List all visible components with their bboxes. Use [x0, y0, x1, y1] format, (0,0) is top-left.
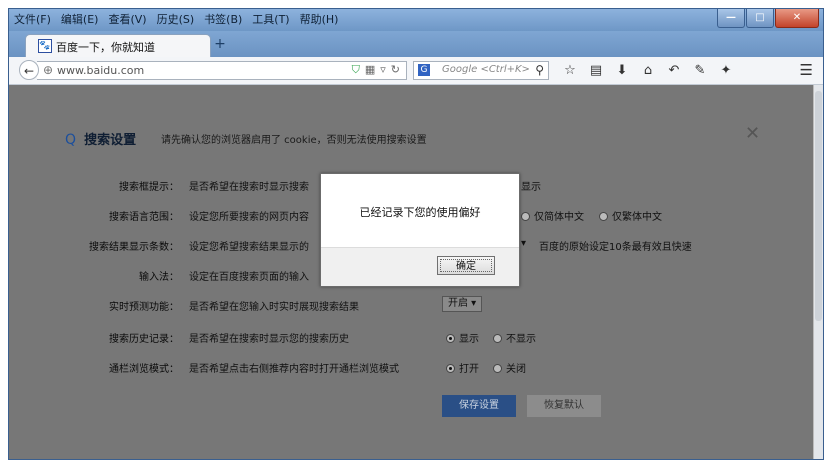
addon-icon[interactable]: ✦ [713, 61, 739, 81]
screenshot-icon[interactable]: ✎ [687, 61, 713, 81]
menu-bar: 文件(F) 编辑(E) 查看(V) 历史(S) 书签(B) 工具(T) 帮助(H… [9, 11, 343, 29]
cookie-note: 请先确认您的浏览器启用了 cookie，否则无法使用搜索设置 [161, 135, 427, 146]
menu-file[interactable]: 文件(F) [9, 11, 56, 29]
menu-edit[interactable]: 编辑(E) [56, 11, 104, 29]
settings-title: Q 搜索设置 [65, 132, 137, 148]
download-icon[interactable]: ⬇ [609, 61, 635, 81]
close-button[interactable]: ✕ [775, 9, 819, 28]
instant-select[interactable]: 开启 ▾ [442, 296, 483, 312]
menu-tools[interactable]: 工具(T) [247, 11, 294, 29]
save-settings-button[interactable]: 保存设置 [442, 395, 516, 417]
shield-icon[interactable]: ⛉ [352, 63, 360, 77]
hamburger-menu-icon[interactable]: ☰ [800, 61, 813, 79]
window-controls: — □ ✕ [716, 9, 819, 28]
radio-simplified[interactable] [521, 212, 530, 221]
search-bar[interactable]: G Google <Ctrl+K> ⚲ [413, 61, 549, 80]
bookmarks-menu-icon[interactable]: ▤ [583, 61, 609, 81]
baidu-paw-icon: 🐾 [38, 39, 52, 53]
browser-window: 文件(F) 编辑(E) 查看(V) 历史(S) 书签(B) 工具(T) 帮助(H… [8, 8, 824, 460]
undo-icon[interactable]: ↶ [661, 61, 687, 81]
close-icon[interactable]: ✕ [745, 123, 760, 144]
home-icon[interactable]: ⌂ [635, 61, 661, 81]
chevron-down-icon[interactable]: ▾ [521, 238, 526, 249]
search-icon[interactable]: ⚲ [535, 63, 544, 77]
title-bar: 文件(F) 编辑(E) 查看(V) 历史(S) 书签(B) 工具(T) 帮助(H… [9, 9, 823, 31]
radio-fullbar-off[interactable] [493, 364, 502, 373]
scrollbar-thumb[interactable] [815, 91, 822, 321]
navigation-bar: ⊕ www.baidu.com ⛉ ▦ ▿ ↻ ← G Google <Ctrl… [9, 57, 823, 85]
reload-icon[interactable]: ↻ [391, 63, 400, 77]
search-icon: Q [65, 132, 77, 148]
back-button[interactable]: ← [19, 60, 39, 80]
menu-bookmarks[interactable]: 书签(B) [199, 11, 247, 29]
menu-history[interactable]: 历史(S) [152, 11, 200, 29]
url-text: www.baidu.com [57, 64, 145, 77]
setting-row-instant: 实时预测功能： 是否希望在您输入时实时展现搜索结果 开启 ▾ [9, 295, 809, 315]
new-tab-button[interactable]: + [213, 36, 227, 52]
minimize-button[interactable]: — [717, 9, 745, 28]
restore-defaults-button[interactable]: 恢复默认 [527, 395, 601, 417]
globe-icon: ⊕ [43, 63, 54, 77]
vertical-scrollbar[interactable] [813, 85, 823, 459]
tab-baidu[interactable]: 🐾 百度一下，你就知道 [25, 34, 211, 57]
tab-strip: 🐾 百度一下，你就知道 + [9, 31, 823, 57]
menu-help[interactable]: 帮助(H) [295, 11, 344, 29]
radio-history-hide[interactable] [493, 334, 502, 343]
search-placeholder: Google <Ctrl+K> [442, 64, 530, 75]
alert-dialog: 已经记录下您的使用偏好 确定 [320, 173, 520, 287]
toolbar: ☆ ▤ ⬇ ⌂ ↶ ✎ ✦ [557, 61, 739, 81]
search-engine-icon[interactable]: G [418, 64, 430, 76]
dialog-footer: 确定 [321, 247, 519, 286]
radio-fullbar-on[interactable] [446, 364, 455, 373]
dialog-message: 已经记录下您的使用偏好 [359, 206, 481, 219]
menu-view[interactable]: 查看(V) [103, 11, 151, 29]
ok-button[interactable]: 确定 [437, 256, 495, 275]
radio-traditional[interactable] [599, 212, 608, 221]
address-bar[interactable]: ⊕ www.baidu.com ⛉ ▦ ▿ ↻ [37, 61, 407, 80]
tab-title: 百度一下，你就知道 [56, 41, 155, 54]
setting-row-history: 搜索历史记录： 是否希望在搜索时显示您的搜索历史 显示 不显示 [109, 334, 536, 345]
dropdown-arrow-icon[interactable]: ▿ [380, 63, 386, 77]
qr-code-icon[interactable]: ▦ [365, 63, 375, 77]
bookmark-star-icon[interactable]: ☆ [557, 61, 583, 81]
maximize-button[interactable]: □ [746, 9, 774, 28]
setting-row-fullbar: 通栏浏览模式： 是否希望点击右侧推荐内容时打开通栏浏览模式 打开 关闭 [109, 364, 526, 375]
radio-history-show[interactable] [446, 334, 455, 343]
